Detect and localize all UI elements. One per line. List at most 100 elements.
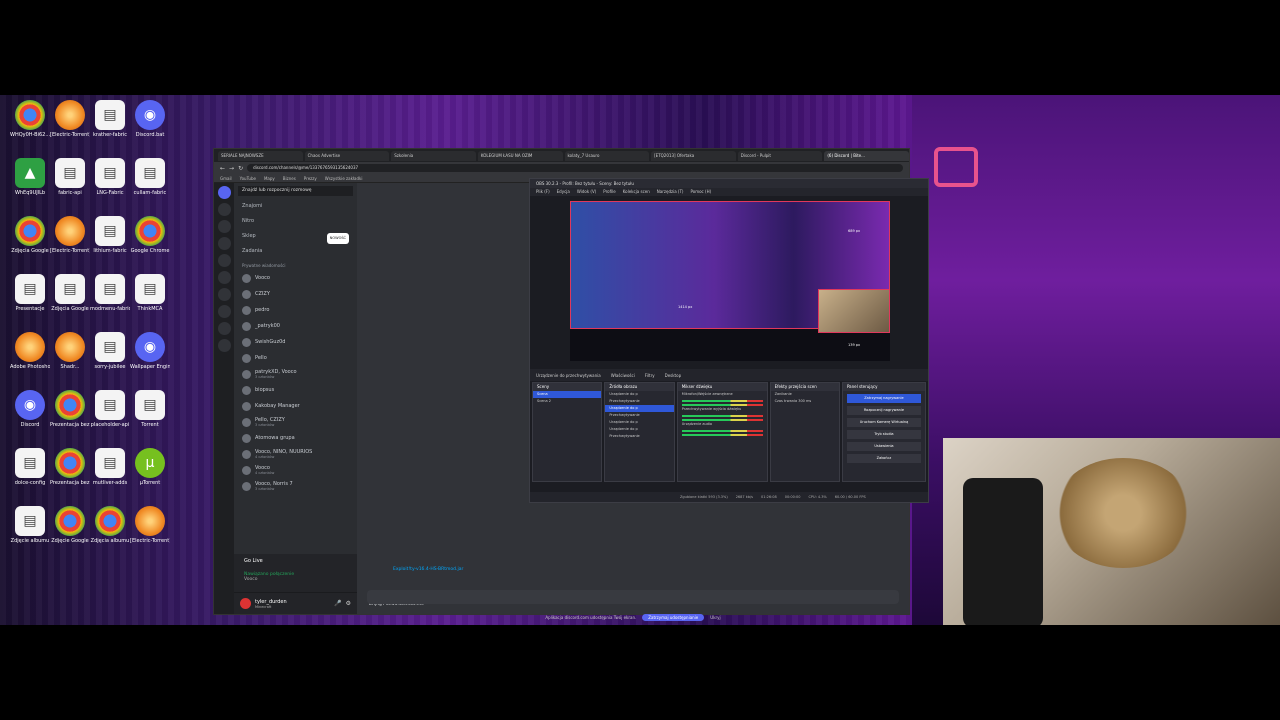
dm-search-input[interactable]: Znajdź lub rozpocznij rozmowę (238, 186, 353, 196)
desktop-icon[interactable]: ▤ dolce-config (10, 448, 50, 500)
desktop-icon[interactable]: ▤ Zdjęcie albumu (10, 506, 50, 558)
desktop-icon[interactable]: Prezentacja bez tytułu (50, 390, 90, 442)
desktop-icon[interactable]: ▤ sorry-jubilee (90, 332, 130, 384)
obs-menu-item[interactable]: Edycja (557, 188, 570, 196)
desktop-icon[interactable]: ◉ Discord (10, 390, 50, 442)
desktop-icon[interactable]: [Electric-Torrent] (50, 216, 90, 268)
desktop-icon[interactable]: ▤ placeholder-api (90, 390, 130, 442)
transition-select[interactable]: Zanikanie (771, 391, 839, 398)
source-item[interactable]: Urządzenie do p (605, 419, 673, 426)
transition-duration[interactable]: Czas trwania 300 ms (771, 398, 839, 405)
desktop-icon[interactable]: WHQy0H-Bi62... (10, 100, 50, 152)
dm-list-item[interactable]: biopsus (234, 382, 357, 398)
scene-item[interactable]: Scena (533, 391, 602, 398)
browser-tab[interactable]: (6) Discord | Bite... (824, 150, 909, 161)
desktop-icon[interactable]: Zdjęcia Google (10, 216, 50, 268)
stop-sharing-button[interactable]: Zatrzymaj udostępnianie (642, 613, 705, 621)
desktop-icon[interactable]: ▤ ThinkMCA (130, 274, 170, 326)
message-input[interactable] (367, 590, 899, 604)
desktop-icon[interactable]: Adobe Photoshop (10, 332, 50, 384)
source-item[interactable]: Przechwytywanie (605, 398, 673, 405)
obs-toolbar-button[interactable]: Desktop (665, 373, 682, 378)
browser-tab[interactable]: kolaty_7 Usauro (564, 150, 650, 161)
desktop-icon[interactable]: ▤ lithium-fabric (90, 216, 130, 268)
forward-icon[interactable]: → (229, 165, 234, 172)
obs-menu-item[interactable]: Kolekcja scen (623, 188, 650, 196)
source-item[interactable]: Urządzenie do p (605, 391, 673, 398)
obs-menu-item[interactable]: Plik (F) (536, 188, 550, 196)
dm-list-item[interactable]: CZIZY (234, 286, 357, 302)
server-icon[interactable] (217, 203, 231, 216)
gear-icon[interactable]: ⚙ (346, 600, 351, 607)
dm-list-item[interactable]: Vooco 4 członków (234, 462, 357, 478)
nav-friends[interactable]: Znajomi (234, 199, 357, 214)
reload-icon[interactable]: ↻ (238, 165, 243, 172)
desktop-icon[interactable]: [Electric-Torrent] (130, 506, 170, 558)
dm-list-item[interactable]: Vooco, Norris 73 członków (234, 478, 357, 494)
desktop-icon[interactable]: ▤ Torrent (130, 390, 170, 442)
browser-tab[interactable]: Szkolenia (391, 150, 476, 161)
obs-menu-item[interactable]: Widok (V) (577, 188, 596, 196)
dm-list-item[interactable]: Pello (234, 350, 357, 366)
source-item[interactable]: Przechwytywanie (605, 433, 673, 440)
avatar[interactable] (240, 598, 251, 609)
browser-tab[interactable]: Discord - Pulpit (737, 150, 823, 161)
control-button[interactable]: Rozpocznij nagrywanie (846, 406, 921, 415)
obs-menu-item[interactable]: Narzędzia (T) (657, 188, 684, 196)
desktop-icon[interactable]: ▤ modmenu-fabric (90, 274, 130, 326)
dm-list-item[interactable]: Vooco (234, 270, 357, 286)
hide-button[interactable]: Ukryj (710, 615, 720, 620)
source-item[interactable]: Urządzenie do p (605, 426, 673, 433)
control-button[interactable]: Zakończ (846, 454, 921, 463)
server-icon[interactable] (217, 237, 231, 250)
browser-tab[interactable]: [ETQ2013] Ofertaka (651, 150, 736, 161)
nav-shop[interactable]: Sklep NOWOŚĆ (234, 229, 357, 244)
bookmark-link[interactable]: Biznes (283, 176, 296, 181)
file-attachment[interactable]: Exploit!ty-v16.4-HS-BRtmod.jar (393, 567, 463, 572)
dm-list-item[interactable]: _patryk00 (234, 318, 357, 334)
obs-toolbar-button[interactable]: Właściwości (611, 373, 635, 378)
desktop-icon[interactable]: ▤ cullam-fabric (130, 158, 170, 210)
obs-toolbar-button[interactable]: Urządzenie do przechwytywania (536, 373, 601, 378)
desktop-icon[interactable]: Zdjęcia albumu (90, 506, 130, 558)
desktop-icon[interactable]: µ µTorrent (130, 448, 170, 500)
server-icon[interactable] (217, 271, 231, 284)
dm-list-item[interactable]: patrykXD, Vooco 3 członków (234, 366, 357, 382)
obs-toolbar-button[interactable]: Filtry (645, 373, 655, 378)
control-button[interactable]: Uruchom Kamerę Wirtualną (846, 418, 921, 427)
address-bar[interactable]: discord.com/channels/@me/133767659313562… (247, 164, 903, 172)
dm-list-item[interactable]: Atomowa grupa (234, 430, 357, 446)
control-button[interactable]: Ustawienia (846, 442, 921, 451)
server-icon[interactable] (217, 322, 231, 335)
bookmark-link[interactable]: YouTube (240, 176, 256, 181)
desktop-icon[interactable]: ▲ WhEq9UJlLb (10, 158, 50, 210)
server-icon[interactable] (217, 254, 231, 267)
bookmark-link[interactable]: Prezzy (304, 176, 317, 181)
desktop-icon[interactable]: ◉ Wallpaper Engine (130, 332, 170, 384)
dm-list-item[interactable]: SwishGuz0d (234, 334, 357, 350)
discord-home-icon[interactable] (217, 186, 231, 199)
desktop-icon[interactable]: Prezentacja bez tytułu (1) (50, 448, 90, 500)
back-icon[interactable]: ← (220, 165, 225, 172)
control-button[interactable]: Zatrzymaj nagrywanie (846, 394, 921, 403)
browser-tab[interactable]: KOLEGIUM ŁASU NA OZIM (477, 150, 563, 161)
bookmark-link[interactable]: Wszystkie zakładki (325, 176, 363, 181)
obs-menu-item[interactable]: Profile (603, 188, 615, 196)
dm-list-item[interactable]: Vooco, NINO, NUURIOS 4 członków (234, 446, 357, 462)
source-item[interactable]: Przechwytywanie (605, 412, 673, 419)
server-icon[interactable] (217, 305, 231, 318)
desktop-icon[interactable]: Zdjęcie Google (50, 506, 90, 558)
bookmark-link[interactable]: Gmail (220, 176, 232, 181)
desktop-icon[interactable]: ▤ fabric-api (50, 158, 90, 210)
mic-icon[interactable]: 🎤 (334, 600, 341, 607)
desktop-icon[interactable]: [Electric-Torrent] (50, 100, 90, 152)
obs-menu-item[interactable]: Pomoc (H) (690, 188, 711, 196)
dm-list-item[interactable]: Kakobay Manager (234, 398, 357, 414)
desktop-icon[interactable]: Google Chrome (130, 216, 170, 268)
dm-list-item[interactable]: Pello, CZIZY 3 członków (234, 414, 357, 430)
desktop-icon[interactable]: Shadr... (50, 332, 90, 384)
nav-nitro[interactable]: Nitro (234, 214, 357, 229)
preview-webcam[interactable] (818, 289, 890, 333)
volume-slider[interactable] (681, 434, 763, 436)
desktop-icon[interactable]: ▤ LNG-Fabric (90, 158, 130, 210)
